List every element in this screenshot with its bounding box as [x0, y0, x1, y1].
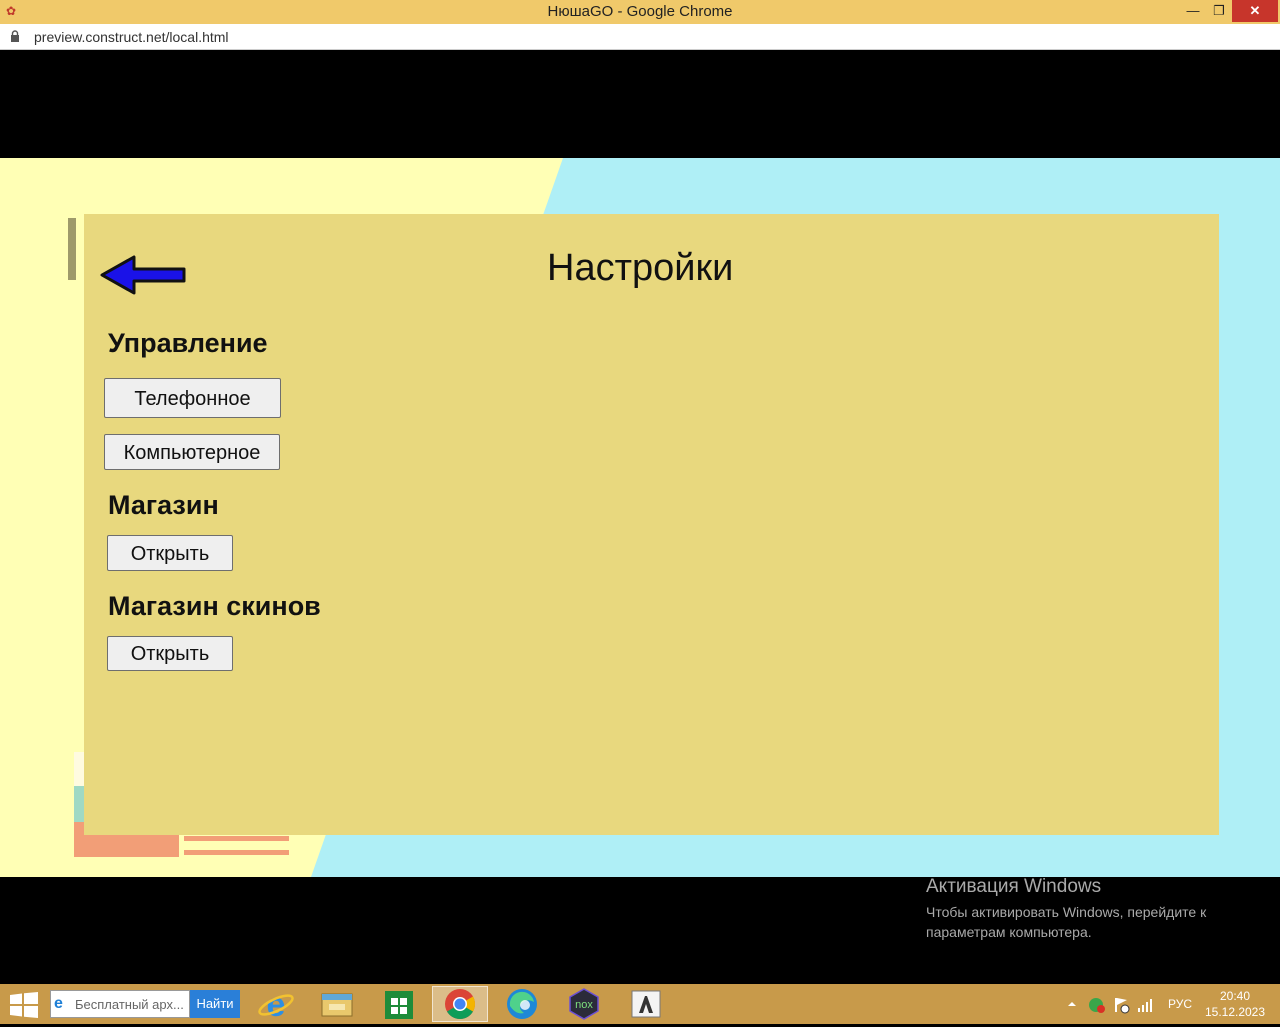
taskbar-search[interactable]: e Бесплатный арх... [50, 990, 190, 1018]
close-button[interactable]: ✕ [1232, 0, 1278, 22]
window-title: НюшаGO - Google Chrome [547, 3, 733, 20]
store-icon [385, 991, 413, 1019]
taskbar: e Бесплатный арх... Найти e nox РУС 20:4… [0, 984, 1280, 1024]
windows-start-icon[interactable] [10, 992, 38, 1018]
search-input[interactable]: Бесплатный арх... [75, 997, 187, 1012]
address-bar[interactable]: preview.construct.net/local.html [0, 24, 1280, 50]
computer-controls-button[interactable]: Компьютерное [104, 434, 280, 470]
search-button[interactable]: Найти [190, 990, 240, 1018]
skins-shop-heading: Магазин скинов [108, 591, 321, 621]
minimize-button[interactable]: — [1180, 0, 1206, 22]
taskbar-edge[interactable] [494, 986, 550, 1022]
taskbar-nox[interactable]: nox [556, 986, 612, 1022]
lock-icon [11, 30, 19, 42]
taskbar-file-explorer[interactable] [309, 986, 365, 1022]
settings-title: Настройки [547, 247, 734, 289]
background-stripe-2 [184, 850, 289, 855]
svg-text:nox: nox [575, 999, 593, 1011]
activation-title: Активация Windows [926, 876, 1102, 897]
url-text[interactable]: preview.construct.net/local.html [34, 29, 229, 45]
maximize-button[interactable]: ❐ [1206, 0, 1232, 22]
back-arrow-icon[interactable] [100, 254, 186, 296]
tray-network-icon[interactable] [1136, 996, 1154, 1014]
search-ie-icon: e [54, 995, 63, 1012]
taskbar-chrome[interactable] [432, 986, 488, 1022]
tray-expand-icon[interactable] [1066, 998, 1078, 1010]
taskbar-internet-explorer[interactable]: e [248, 986, 304, 1024]
tray-shield-icon[interactable] [1088, 996, 1106, 1014]
background-stripe-1 [184, 836, 289, 841]
tray-language[interactable]: РУС [1168, 997, 1192, 1013]
activation-subtitle: Чтобы активировать Windows, перейдите к … [926, 904, 1207, 940]
skins-shop-open-button[interactable]: Открыть [107, 636, 233, 671]
shop-open-button[interactable]: Открыть [107, 535, 233, 571]
internet-explorer-icon: e [258, 986, 294, 1024]
window-title-bar: ✿ НюшаGO - Google Chrome — ❐ ✕ [0, 0, 1280, 24]
activation-watermark: Активация Windows Чтобы активировать Win… [926, 876, 1246, 942]
controls-heading: Управление [108, 328, 268, 358]
clock-time: 20:40 [1219, 989, 1251, 1003]
file-explorer-icon [321, 993, 353, 1017]
clock-date: 15.12.2023 [1204, 1005, 1266, 1019]
taskbar-adobe[interactable] [618, 986, 674, 1022]
phone-controls-button[interactable]: Телефонное [104, 378, 281, 418]
chrome-icon [445, 989, 476, 1020]
taskbar-store[interactable] [371, 986, 427, 1022]
edge-icon [507, 989, 537, 1019]
tray-clock[interactable]: 20:40 15.12.2023 [1200, 988, 1270, 1020]
background-letter [68, 218, 76, 280]
settings-panel [84, 214, 1219, 835]
nox-icon: nox [569, 988, 599, 1020]
adobe-icon [631, 990, 661, 1018]
shop-heading: Магазин [108, 490, 219, 520]
svg-text:e: e [267, 986, 286, 1022]
tray-flag-icon[interactable] [1112, 996, 1130, 1014]
